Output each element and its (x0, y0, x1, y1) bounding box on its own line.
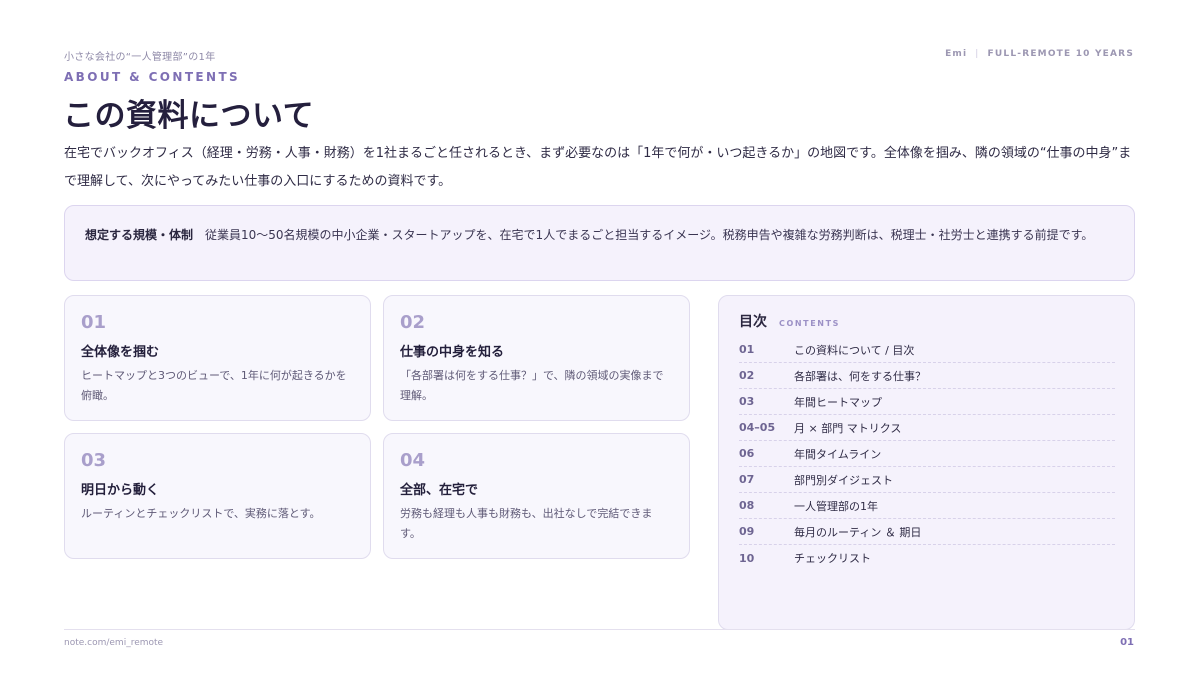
card-number: 01 (81, 312, 107, 333)
author-name: Emi (945, 49, 968, 59)
header-tagline: FULL-REMOTE 10 YEARS (987, 49, 1134, 59)
header-separator: | (975, 49, 980, 59)
card-description: 労務も経理も人事も財務も、出社なしで完結できます。 (400, 507, 653, 540)
toc-item[interactable]: 09 毎月のルーティン ＆ 期日 (739, 519, 1115, 545)
footer-divider (64, 629, 1135, 630)
toc-item[interactable]: 04–05 月 × 部門 マトリクス (739, 415, 1115, 441)
toc-item-number: 09 (739, 525, 755, 538)
scope-note: 想定する規模・体制 従業員10〜50名規模の中小企業・スタートアップを、在宅で1人… (64, 205, 1135, 281)
toc-item-label: チェックリスト (794, 552, 871, 565)
header-meta: Emi | FULL-REMOTE 10 YEARS (945, 49, 1134, 59)
toc-item-label: 毎月のルーティン ＆ 期日 (794, 525, 922, 539)
card-title: 全部、在宅で (400, 483, 479, 498)
toc-item-number: 08 (739, 499, 755, 512)
toc-item-label: 月 × 部門 マトリクス (794, 421, 902, 435)
feature-card-02: 02 仕事の中身を知る 「各部署は何をする仕事？」で、隣の領域の実像まで理解。 (383, 295, 690, 421)
toc-item[interactable]: 10 チェックリスト (739, 545, 1115, 571)
toc-item[interactable]: 06 年間タイムライン (739, 441, 1115, 467)
toc-header: 目次 CONTENTS (739, 311, 1114, 331)
intro-paragraph: 在宅でバックオフィス（経理・労務・人事・財務）を1社まるごと任されるとき、まず必… (64, 146, 1132, 189)
toc-item-number: 04–05 (739, 421, 776, 434)
toc-item-label: 年間タイムライン (794, 447, 882, 461)
footer-url[interactable]: note.com/emi_remote (64, 638, 163, 648)
scope-label: 想定する規模・体制 (85, 228, 194, 242)
toc-item-number: 03 (739, 395, 755, 408)
toc-item-label: この資料について / 目次 (794, 343, 915, 357)
toc-item[interactable]: 02 各部署は、何をする仕事？ (739, 363, 1115, 389)
section-eyebrow: ABOUT & CONTENTS (64, 70, 241, 84)
toc-item[interactable]: 08 一人管理部の1年 (739, 493, 1115, 519)
toc-item[interactable]: 03 年間ヒートマップ (739, 389, 1115, 415)
toc-subtitle: CONTENTS (779, 319, 841, 328)
series-title: 小さな会社の“一人管理部”の1年 (64, 52, 216, 63)
toc-item-number: 01 (739, 343, 755, 356)
page-title: この資料について (63, 98, 315, 134)
feature-card-04: 04 全部、在宅で 労務も経理も人事も財務も、出社なしで完結できます。 (383, 433, 690, 559)
toc-item-label: 年間ヒートマップ (794, 395, 882, 409)
toc-item-number: 07 (739, 473, 755, 486)
card-description: ヒートマップと3つのビューで、1年に何が起きるかを俯瞰。 (81, 369, 347, 402)
card-title: 全体像を掴む (81, 345, 160, 360)
toc-item[interactable]: 07 部門別ダイジェスト (739, 467, 1115, 493)
card-number: 03 (81, 450, 107, 471)
card-number: 02 (400, 312, 426, 333)
toc-item[interactable]: 01 この資料について / 目次 (739, 337, 1115, 363)
toc-item-number: 10 (739, 551, 755, 565)
toc-item-label: 一人管理部の1年 (794, 499, 878, 513)
page-number: 01 (1120, 637, 1134, 648)
card-description: 「各部署は何をする仕事？」で、隣の領域の実像まで理解。 (400, 369, 664, 402)
toc-title: 目次 (739, 314, 767, 330)
feature-card-01: 01 全体像を掴む ヒートマップと3つのビューで、1年に何が起きるかを俯瞰。 (64, 295, 371, 421)
feature-card-03: 03 明日から動く ルーティンとチェックリストで、実務に落とす。 (64, 433, 371, 559)
scope-text: 従業員10〜50名規模の中小企業・スタートアップを、在宅で1人でまるごと担当する… (205, 228, 1094, 242)
card-number: 04 (400, 450, 426, 471)
card-title: 仕事の中身を知る (400, 345, 505, 360)
toc-item-label: 各部署は、何をする仕事？ (794, 369, 926, 383)
table-of-contents: 目次 CONTENTS 01 この資料について / 目次 02 各部署は、何をする仕… (718, 295, 1135, 630)
card-title: 明日から動く (81, 483, 160, 498)
toc-item-label: 部門別ダイジェスト (794, 473, 893, 487)
card-description: ルーティンとチェックリストで、実務に落とす。 (81, 507, 321, 520)
toc-item-number: 02 (739, 369, 755, 382)
toc-item-number: 06 (739, 447, 755, 460)
